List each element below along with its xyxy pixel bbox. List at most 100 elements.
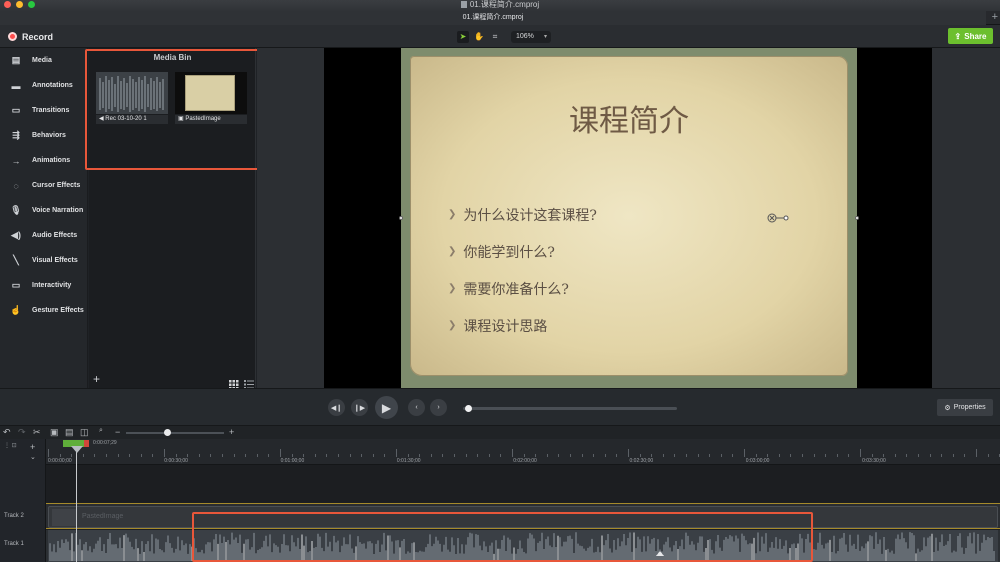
timeline-ruler[interactable]: 0:00:00;00 0:00:30;00 0:01:00;00 0:01:30;00…: [46, 439, 1000, 465]
sidebar-item-voice-narration[interactable]: 🎙︎ Voice Narration: [0, 198, 88, 223]
ruler-tick: [651, 454, 652, 457]
record-icon: [8, 32, 17, 41]
play-button[interactable]: ▶: [375, 396, 398, 419]
ruler-tick: [466, 454, 467, 457]
ruler-time-label: 0:02:30;00: [629, 458, 654, 464]
sidebar-item-cursor-effects[interactable]: ◌ Cursor Effects: [0, 173, 88, 198]
split-icon[interactable]: ◫: [80, 427, 89, 438]
ruler-tick: [164, 449, 165, 457]
ruler-tick: [616, 454, 617, 457]
sidebar-item-visual-effects[interactable]: ╲ Visual Effects: [0, 248, 88, 273]
sidebar-item-annotations[interactable]: ▬ Annotations: [0, 73, 88, 98]
ruler-tick: [350, 454, 351, 457]
speaker-icon: ◀): [11, 230, 21, 240]
previous-marker-button[interactable]: ‹: [408, 399, 425, 416]
ruler-tick: [605, 454, 606, 457]
step-forward-button[interactable]: ❙▶: [351, 399, 368, 416]
resize-handle-left[interactable]: [399, 216, 403, 220]
document-icon: [460, 1, 467, 8]
bullet-marker-icon: ❯: [448, 283, 457, 294]
resize-handle-right[interactable]: [855, 216, 859, 220]
select-tool-icon[interactable]: ➤: [457, 30, 469, 43]
ruler-tick: [512, 449, 513, 457]
cut-icon[interactable]: ✂: [33, 427, 41, 438]
new-tab-button[interactable]: +: [992, 12, 998, 23]
share-label: Share: [964, 31, 987, 41]
canvas-stage: 课程简介 ❯ 为什么设计这套课程? ❯ 你能学到什么? ❯ 需要你准备什么? ❯ 课程设…: [257, 48, 1000, 388]
zoom-search-icon[interactable]: ⌕: [99, 427, 103, 435]
timeline-zoom-slider[interactable]: [126, 429, 224, 436]
pan-tool-icon[interactable]: ✋: [473, 31, 485, 43]
ruler-tick: [698, 454, 699, 457]
ruler-tick: [257, 454, 258, 457]
ruler-tick: [547, 454, 548, 457]
playback-scrubber[interactable]: [463, 405, 677, 412]
sidebar-item-label: Animations: [32, 157, 71, 164]
ruler-tick: [883, 454, 884, 457]
rotate-control-icon[interactable]: [767, 213, 789, 223]
audio-selection-highlight: [192, 512, 813, 562]
track-2-label: Track 2: [4, 513, 24, 519]
add-track-icon[interactable]: +: [30, 442, 35, 452]
step-back-button[interactable]: ◀❙: [328, 399, 345, 416]
scroll-up-marker-icon[interactable]: [656, 551, 664, 556]
ruler-tick: [326, 454, 327, 457]
ruler-time-label: 0:03:00;00: [745, 458, 770, 464]
sidebar-item-label: Voice Narration: [32, 207, 84, 214]
ruler-tick: [744, 449, 745, 457]
copy-icon[interactable]: ▣: [50, 427, 59, 438]
crop-tool-icon[interactable]: ⌗: [489, 31, 501, 43]
clip-thumbnail: [52, 509, 76, 526]
playhead-end-handle[interactable]: [84, 440, 89, 447]
share-button[interactable]: ⇪ Share: [948, 28, 993, 44]
video-canvas[interactable]: 课程简介 ❯ 为什么设计这套课程? ❯ 你能学到什么? ❯ 需要你准备什么? ❯ 课程设…: [324, 48, 932, 388]
zoom-slider-knob[interactable]: [164, 429, 171, 436]
sidebar-item-label: Cursor Effects: [32, 182, 81, 189]
scrubber-knob[interactable]: [465, 405, 473, 412]
callout-icon: ▬: [11, 80, 21, 91]
ruler-tick: [709, 454, 710, 457]
tools-sidebar: ▤ Media ▬ Annotations ▭ Transitions ⇶ Behavi…: [0, 48, 88, 388]
grid-view-icon[interactable]: [229, 376, 239, 389]
ruler-tick: [396, 449, 397, 457]
paste-icon[interactable]: ▤: [65, 427, 74, 438]
ruler-tick: [129, 454, 130, 457]
playhead-head[interactable]: [71, 446, 83, 453]
ruler-tick: [593, 454, 594, 457]
ruler-tick: [442, 454, 443, 457]
sidebar-item-media[interactable]: ▤ Media: [0, 48, 88, 73]
ruler-tick: [176, 454, 177, 457]
chevron-down-icon[interactable]: ⌄: [30, 453, 36, 461]
ruler-tick: [732, 454, 733, 457]
sidebar-item-audio-effects[interactable]: ◀) Audio Effects: [0, 223, 88, 248]
track-lock-controls[interactable]: ⋮ ⊡: [4, 442, 17, 450]
zoom-dropdown[interactable]: 106% ▾: [511, 30, 551, 43]
record-button[interactable]: Record: [8, 30, 53, 43]
zoom-out-icon[interactable]: −: [115, 427, 120, 437]
sidebar-item-animations[interactable]: → Animations: [0, 148, 88, 173]
sidebar-item-interactivity[interactable]: ▭ Interactivity: [0, 273, 88, 298]
slide-image[interactable]: 课程简介 ❯ 为什么设计这套课程? ❯ 你能学到什么? ❯ 需要你准备什么? ❯ 课程设…: [399, 48, 859, 388]
redo-icon[interactable]: ↷: [18, 427, 26, 438]
properties-button[interactable]: ⚙ Properties: [937, 399, 993, 416]
sidebar-item-behaviors[interactable]: ⇶ Behaviors: [0, 123, 88, 148]
zoom-in-icon[interactable]: +: [229, 427, 234, 437]
ruler-tick: [60, 454, 61, 457]
sidebar-item-gesture-effects[interactable]: ☝ Gesture Effects: [0, 298, 88, 323]
behavior-icon: ⇶: [12, 130, 20, 140]
add-media-button[interactable]: +: [93, 372, 100, 386]
undo-icon[interactable]: ↶: [3, 427, 11, 438]
title-bar: 01.课程简介.cmproj: [0, 0, 1000, 11]
playhead-line[interactable]: [76, 447, 77, 562]
list-view-icon[interactable]: [244, 376, 254, 389]
ruler-tick: [756, 454, 757, 457]
ruler-tick: [268, 454, 269, 457]
ruler-tick: [489, 454, 490, 457]
ruler-tick: [118, 454, 119, 457]
sidebar-item-transitions[interactable]: ▭ Transitions: [0, 98, 88, 123]
ruler-tick: [674, 454, 675, 457]
ruler-tick: [315, 454, 316, 457]
ruler-time-label: 0:02:00;00: [513, 458, 537, 464]
document-tab[interactable]: 01.课程简介.cmproj: [0, 11, 986, 25]
next-marker-button[interactable]: ›: [430, 399, 447, 416]
